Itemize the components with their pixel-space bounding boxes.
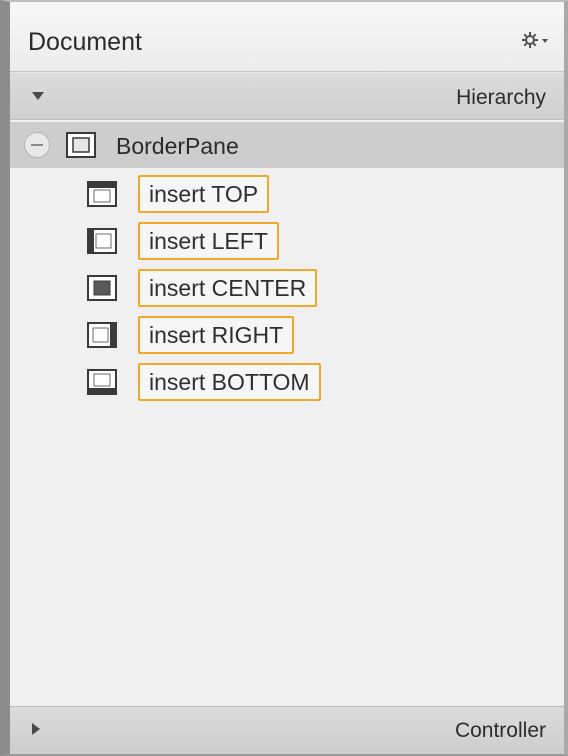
document-header: Document <box>10 2 564 72</box>
hierarchy-tree: BorderPane insert TOP insert LEFT insert… <box>10 120 564 706</box>
document-panel: Document Hierarchy BorderPane insert TOP… <box>0 0 568 756</box>
collapse-icon[interactable] <box>24 132 50 158</box>
insert-left-placeholder[interactable]: insert LEFT <box>138 222 279 260</box>
tree-root-label: BorderPane <box>116 133 239 159</box>
tree-item-insert-right[interactable]: insert RIGHT <box>10 316 564 356</box>
insert-top-placeholder[interactable]: insert TOP <box>138 175 270 213</box>
borderpane-center-icon <box>87 275 117 301</box>
gear-icon[interactable] <box>520 30 550 50</box>
hierarchy-label: Hierarchy <box>456 86 546 109</box>
tree-item-insert-top[interactable]: insert TOP <box>10 175 564 215</box>
hierarchy-section-header[interactable]: Hierarchy <box>10 72 564 120</box>
document-title: Document <box>28 28 142 56</box>
disclosure-right-icon[interactable] <box>32 723 40 735</box>
insert-bottom-placeholder[interactable]: insert BOTTOM <box>138 363 321 401</box>
disclosure-down-icon[interactable] <box>32 92 44 100</box>
tree-item-insert-center[interactable]: insert CENTER <box>10 269 564 309</box>
tree-root-row[interactable]: BorderPane <box>10 122 564 168</box>
tree-item-insert-left[interactable]: insert LEFT <box>10 222 564 262</box>
borderpane-icon <box>66 132 96 158</box>
controller-label: Controller <box>454 719 546 742</box>
borderpane-top-icon <box>87 181 117 207</box>
insert-right-placeholder[interactable]: insert RIGHT <box>138 316 295 354</box>
chevron-down-icon <box>542 39 548 43</box>
borderpane-right-icon <box>87 322 117 348</box>
borderpane-bottom-icon <box>87 369 117 395</box>
borderpane-left-icon <box>87 228 117 254</box>
tree-item-insert-bottom[interactable]: insert BOTTOM <box>10 363 564 403</box>
insert-center-placeholder[interactable]: insert CENTER <box>138 269 318 307</box>
controller-section-header[interactable]: Controller <box>10 706 564 754</box>
